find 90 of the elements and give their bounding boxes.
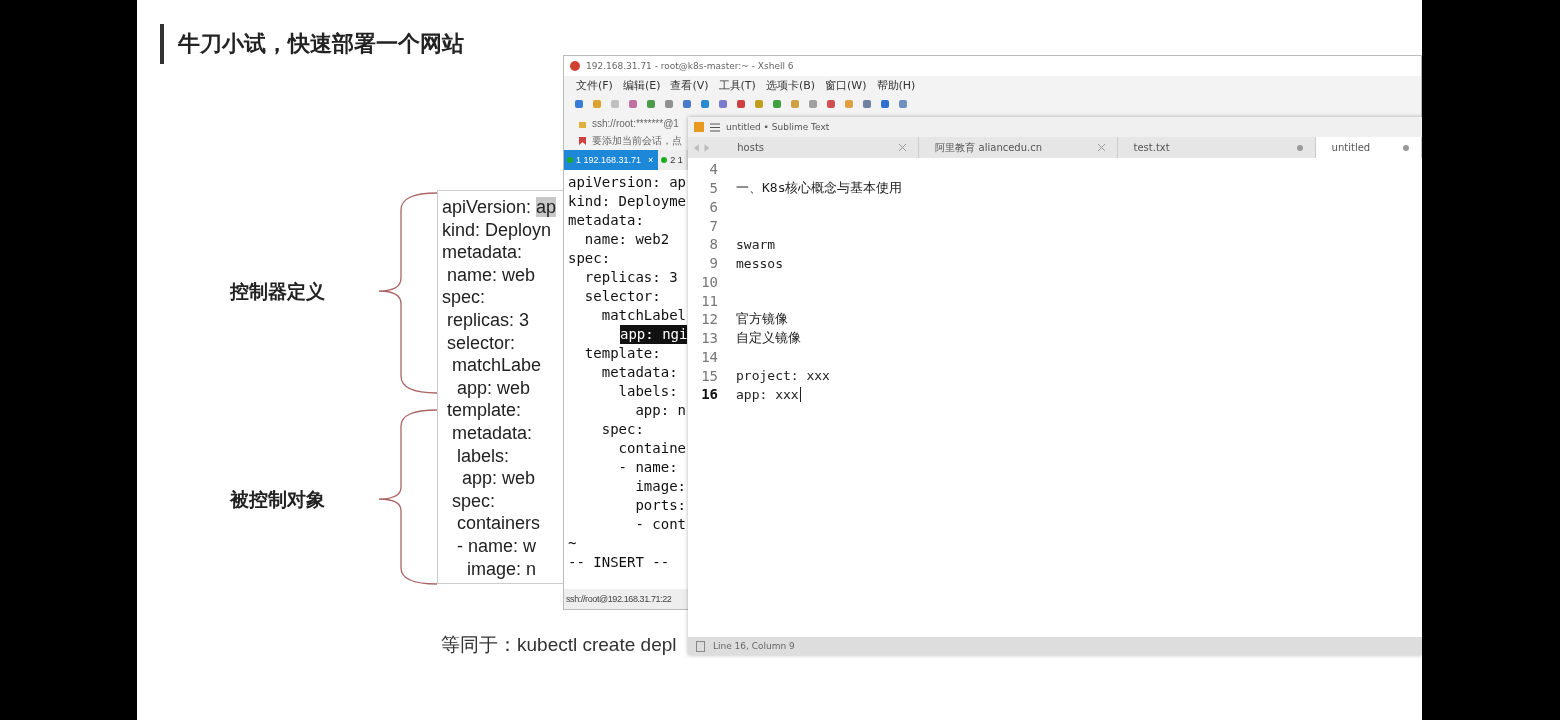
code-line: name: web xyxy=(446,263,536,287)
code-line: matchLabe xyxy=(451,354,542,377)
code-line: - name: w xyxy=(456,534,537,558)
file-tab[interactable]: test.txt xyxy=(1117,137,1316,158)
line-number: 13 xyxy=(700,330,718,347)
line-number: 8 xyxy=(708,236,718,253)
code-line: containers xyxy=(456,512,541,535)
menu-item[interactable]: 工具(T) xyxy=(718,77,756,93)
editor-line: messos xyxy=(736,255,783,271)
editor-line: project: xxx xyxy=(736,368,830,384)
terminal-line: ports: xyxy=(634,496,686,515)
app-logo-icon xyxy=(569,60,581,72)
editor-line: 一、K8s核心概念与基本使用 xyxy=(736,179,903,198)
editor-line: 自定义镜像 xyxy=(736,329,801,348)
terminal-line: matchLabel xyxy=(600,306,686,325)
code-line: metadata: xyxy=(451,421,533,445)
terminal-line: image: xyxy=(634,477,686,496)
caption: 等同于：kubectl create depl xyxy=(441,633,677,657)
terminal-line: replicas: 3 xyxy=(583,268,678,287)
terminal-line: selector: xyxy=(583,287,661,306)
text-cursor xyxy=(799,386,801,402)
code-line: metadata: xyxy=(442,241,523,264)
terminal-line: ~ xyxy=(568,534,577,553)
hint-text: 要添加当前会话，点 xyxy=(592,134,682,148)
app-logo-icon xyxy=(694,122,704,132)
terminal-line: name: web2 xyxy=(583,230,670,249)
terminal-line: app: n xyxy=(634,401,686,420)
line-number: 16 xyxy=(700,386,718,403)
menu-item[interactable]: 帮助(H) xyxy=(876,77,916,93)
menu-item[interactable]: 窗口(W) xyxy=(825,77,867,93)
line-number: 7 xyxy=(708,217,718,234)
editor-line: app: xxx xyxy=(736,386,799,402)
window-title: 192.168.31.71 - root@k8s-master:~ - Xshell 6 xyxy=(586,61,794,71)
code-line: template: xyxy=(446,399,522,422)
terminal-line: template: xyxy=(583,344,661,363)
menu-item[interactable]: 文件(F) xyxy=(576,77,613,93)
menu-item[interactable]: 选项卡(B) xyxy=(765,77,816,93)
line-number: 6 xyxy=(708,198,718,215)
editor-line: swarm xyxy=(736,236,776,252)
code-line: spec: xyxy=(451,489,496,513)
code-line: spec: xyxy=(442,286,486,309)
bookmark-icon xyxy=(578,136,587,146)
terminal-line: containe xyxy=(617,439,686,458)
terminal-line: - name: xyxy=(617,458,678,477)
file-tab[interactable]: untitled xyxy=(1315,137,1422,158)
line-number: 12 xyxy=(700,311,718,328)
tab-arrows-icon[interactable] xyxy=(694,143,710,152)
session-tab[interactable]: 2 1 xyxy=(658,150,686,170)
menu-icon[interactable] xyxy=(710,122,720,132)
section-label: 被控制对象 xyxy=(230,487,325,512)
line-number: 4 xyxy=(708,161,718,178)
terminal-line: labels: xyxy=(617,382,678,401)
terminal-line: - cont xyxy=(634,515,686,534)
menu-item[interactable]: 编辑(E) xyxy=(622,77,661,93)
code-line: replicas: 3 xyxy=(446,308,530,332)
unsaved-dot-icon[interactable] xyxy=(1403,144,1409,151)
code-line: selector: xyxy=(446,331,516,355)
line-number: 11 xyxy=(700,292,718,309)
terminal-line: metadata: xyxy=(568,211,644,230)
unsaved-dot-icon[interactable] xyxy=(1296,144,1303,151)
line-number: 5 xyxy=(708,180,718,197)
code-line: kind: Deployn xyxy=(442,218,552,242)
terminal-line: spec: xyxy=(600,420,644,439)
menu-item[interactable]: 查看(V) xyxy=(670,77,709,93)
session-tab[interactable]: 1 192.168.31.71 × xyxy=(564,150,659,170)
code-line: labels: xyxy=(456,444,510,468)
address-field[interactable]: ssh://root:*******@1 xyxy=(592,117,679,129)
status-bar-text: Line 16, Column 9 xyxy=(713,641,795,651)
terminal-line: -- INSERT -- xyxy=(568,553,670,572)
panel-icon[interactable] xyxy=(696,640,705,652)
section-label: 控制器定义 xyxy=(230,279,325,304)
file-tab[interactable]: 阿里教育 aliancedu.cn xyxy=(919,137,1118,158)
code-line: app: web xyxy=(456,376,531,400)
terminal-line: metadata: xyxy=(600,363,678,382)
editor-line: 官方镜像 xyxy=(736,310,788,329)
line-number: 14 xyxy=(700,348,718,365)
code-line: app: web xyxy=(461,467,536,490)
close-icon[interactable] xyxy=(899,144,907,151)
slide-title: 牛刀小试，快速部署一个网站 xyxy=(178,30,464,58)
code-line: image: n xyxy=(466,557,537,581)
terminal-line: kind: Deployme xyxy=(568,192,686,211)
close-icon[interactable] xyxy=(1097,144,1105,151)
line-number: 9 xyxy=(708,255,718,272)
terminal-line: apiVersion: ap xyxy=(568,173,686,192)
code-line: apiVersion: ap xyxy=(442,196,557,219)
line-number: 10 xyxy=(700,273,718,290)
window-title: untitled • Sublime Text xyxy=(726,122,830,132)
terminal-line: spec: xyxy=(568,249,611,268)
file-tab[interactable]: hosts xyxy=(721,137,920,158)
line-number: 15 xyxy=(700,367,718,384)
